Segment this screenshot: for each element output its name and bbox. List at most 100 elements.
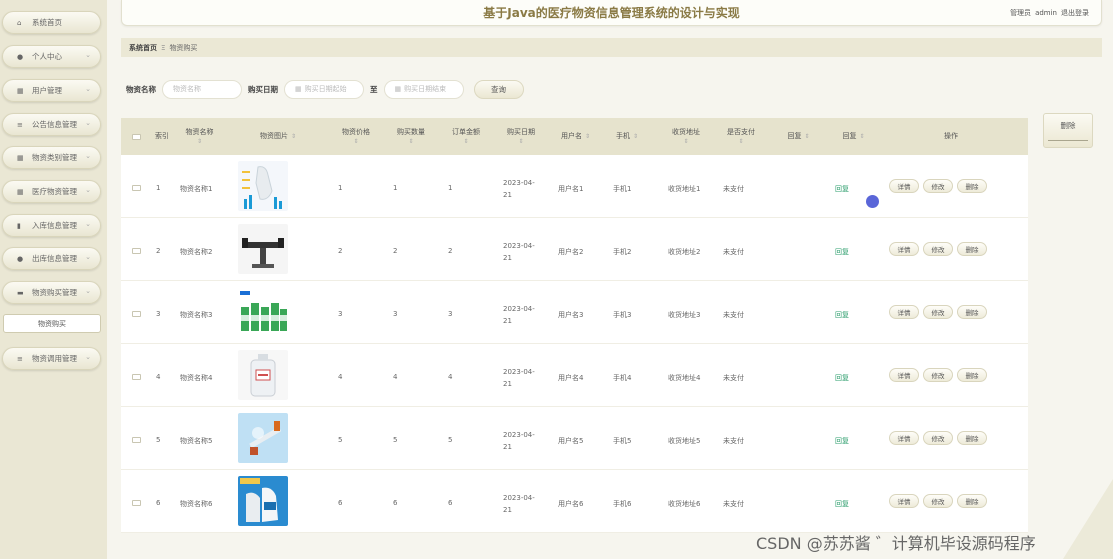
row-checkbox[interactable] [132,248,141,254]
detail-button[interactable]: 详情 [889,368,919,382]
cell-date: 2023-04-21 [503,431,535,451]
thumb-image [238,476,288,526]
col-price[interactable]: 物资价格 ⇕ [331,118,381,155]
sidebar-item-dispatch[interactable]: ≡ 物资调用管理 ⌄ [2,347,101,370]
watermark: CSDN @苏苏酱 ゛计算机毕设源码程序 [756,534,1036,553]
reply-link[interactable]: 回复 [835,436,849,446]
col-qty[interactable]: 购买数量 ⇕ [386,118,436,155]
date-end-input[interactable]: ▦ 购买日期结束 [383,79,464,99]
cell-name: 物资名称3 [180,311,213,319]
col-reply-b[interactable]: 回复 ⇕ [831,118,876,155]
list-icon: ≡ [17,120,23,129]
delete-button[interactable]: 删除 [957,305,987,319]
col-amount[interactable]: 订单金额 ⇕ [441,118,491,155]
col-index[interactable]: 索引 [151,118,173,155]
reply-link[interactable]: 回复 [835,373,849,383]
reply-link[interactable]: 回复 [835,499,849,509]
grid-icon: ▦ [17,153,24,162]
edit-button[interactable]: 修改 [923,494,953,508]
cell-price: 3 [338,310,343,318]
cell-qty: 3 [393,310,398,318]
col-paid[interactable]: 是否支付 ⇕ [716,118,766,155]
delete-button[interactable]: 删除 [957,431,987,445]
sidebar-item-personal[interactable]: ● 个人中心 ⌄ [2,45,101,68]
corner-decoration [1063,479,1113,559]
cursor-indicator [866,195,879,208]
cell-qty: 4 [393,373,398,381]
doc-icon: ▮ [17,221,21,230]
name-input[interactable]: 物资名称 [162,79,242,99]
delete-button[interactable]: 删除 [957,179,987,193]
row-actions: 详情 修改 删除 [889,368,991,382]
sidebar-item-category[interactable]: ▦ 物资类别管理 ⌄ [2,146,101,169]
detail-button[interactable]: 详情 [889,179,919,193]
breadcrumb-home[interactable]: 系统首页 [129,43,157,53]
col-name[interactable]: 物资名称 ⇕ [177,118,222,155]
cell-paid: 未支付 [723,500,744,508]
cell-amount: 2 [448,247,453,255]
cell-index: 3 [156,310,161,318]
cell-name: 物资名称5 [180,437,213,445]
cell-price: 6 [338,499,343,507]
sidebar-item-label: 物资类别管理 [32,153,77,162]
row-checkbox[interactable] [132,185,141,191]
col-date[interactable]: 购买日期 ⇕ [496,118,546,155]
col-address[interactable]: 收货地址 ⇕ [661,118,711,155]
sort-icon: ⇕ [518,137,524,145]
col-user[interactable]: 用户名 ⇕ [553,118,598,155]
sidebar-item-users[interactable]: ▦ 用户管理 ⌄ [2,79,101,102]
detail-button[interactable]: 详情 [889,305,919,319]
reply-link[interactable]: 回复 [835,184,849,194]
row-checkbox[interactable] [132,374,141,380]
sidebar-item-purchase[interactable]: ▬ 物资购买管理 ⌄ [2,281,101,304]
cell-index: 1 [156,184,161,192]
edit-button[interactable]: 修改 [923,242,953,256]
query-button[interactable]: 查询 [473,79,524,99]
delete-button[interactable]: 删除 [957,494,987,508]
sort-icon: ⇕ [738,137,744,145]
bulk-delete-button[interactable]: 删除 [1043,113,1093,148]
row-checkbox[interactable] [132,311,141,317]
sidebar-item-home[interactable]: ⌂ 系统首页 [2,11,101,34]
delete-button[interactable]: 删除 [957,242,987,256]
sidebar-item-label: 入库信息管理 [32,221,77,230]
table-row: 2 物资名称2 2 2 2 2023-04-21 用户名2 手机2 收货地址2 未支付 回复 详情 修改… [121,218,1028,281]
detail-button[interactable]: 详情 [889,242,919,256]
reply-link[interactable]: 回复 [835,310,849,320]
sidebar-item-inbound[interactable]: ▮ 入库信息管理 ⌄ [2,214,101,237]
edit-button[interactable]: 修改 [923,431,953,445]
chevron-down-icon: ⌄ [85,287,91,295]
date-start-input[interactable]: ▦ 购买日期起始 [284,79,364,99]
sidebar-subitem-purchase[interactable]: 物资购买 [3,314,101,333]
edit-button[interactable]: 修改 [923,179,953,193]
edit-button[interactable]: 修改 [923,305,953,319]
date-start-placeholder: 购买日期起始 [304,85,347,93]
sidebar-item-label: 出库信息管理 [32,254,77,263]
edit-button[interactable]: 修改 [923,368,953,382]
detail-button[interactable]: 详情 [889,494,919,508]
table-row: 1 物资名称1 1 1 1 2023-04-21 用户名1 手机1 收货地址1 未支付 回复 详情 修改… [121,155,1028,218]
cell-phone: 手机2 [613,248,632,256]
sidebar-item-label: 物资调用管理 [32,354,77,363]
delete-button[interactable]: 删除 [957,368,987,382]
chevron-down-icon: ⌄ [85,220,91,228]
cell-phone: 手机1 [613,185,632,193]
col-phone[interactable]: 手机 ⇕ [607,118,647,155]
row-checkbox[interactable] [132,500,141,506]
breadcrumb-separator: Ξ [161,43,166,52]
cell-phone: 手机3 [613,311,632,319]
reply-link[interactable]: 回复 [835,247,849,257]
sidebar-item-label: 公告信息管理 [32,120,77,129]
row-checkbox[interactable] [132,437,141,443]
sidebar-item-supplies[interactable]: ▦ 医疗物资管理 ⌄ [2,180,101,203]
cell-paid: 未支付 [723,311,744,319]
sidebar-item-outbound[interactable]: ● 出库信息管理 ⌄ [2,247,101,270]
bulk-delete-label: 删除 [1060,121,1076,130]
col-image[interactable]: 物资图片 ⇕ [243,118,313,155]
sidebar-item-notice[interactable]: ≡ 公告信息管理 ⌄ [2,113,101,136]
select-all-checkbox[interactable] [132,134,141,140]
logout-link[interactable]: 退出登录 [1061,9,1089,17]
user-area: 管理员 admin 退出登录 [1006,8,1089,18]
col-reply-a[interactable]: 回复 ⇕ [776,118,821,155]
detail-button[interactable]: 详情 [889,431,919,445]
